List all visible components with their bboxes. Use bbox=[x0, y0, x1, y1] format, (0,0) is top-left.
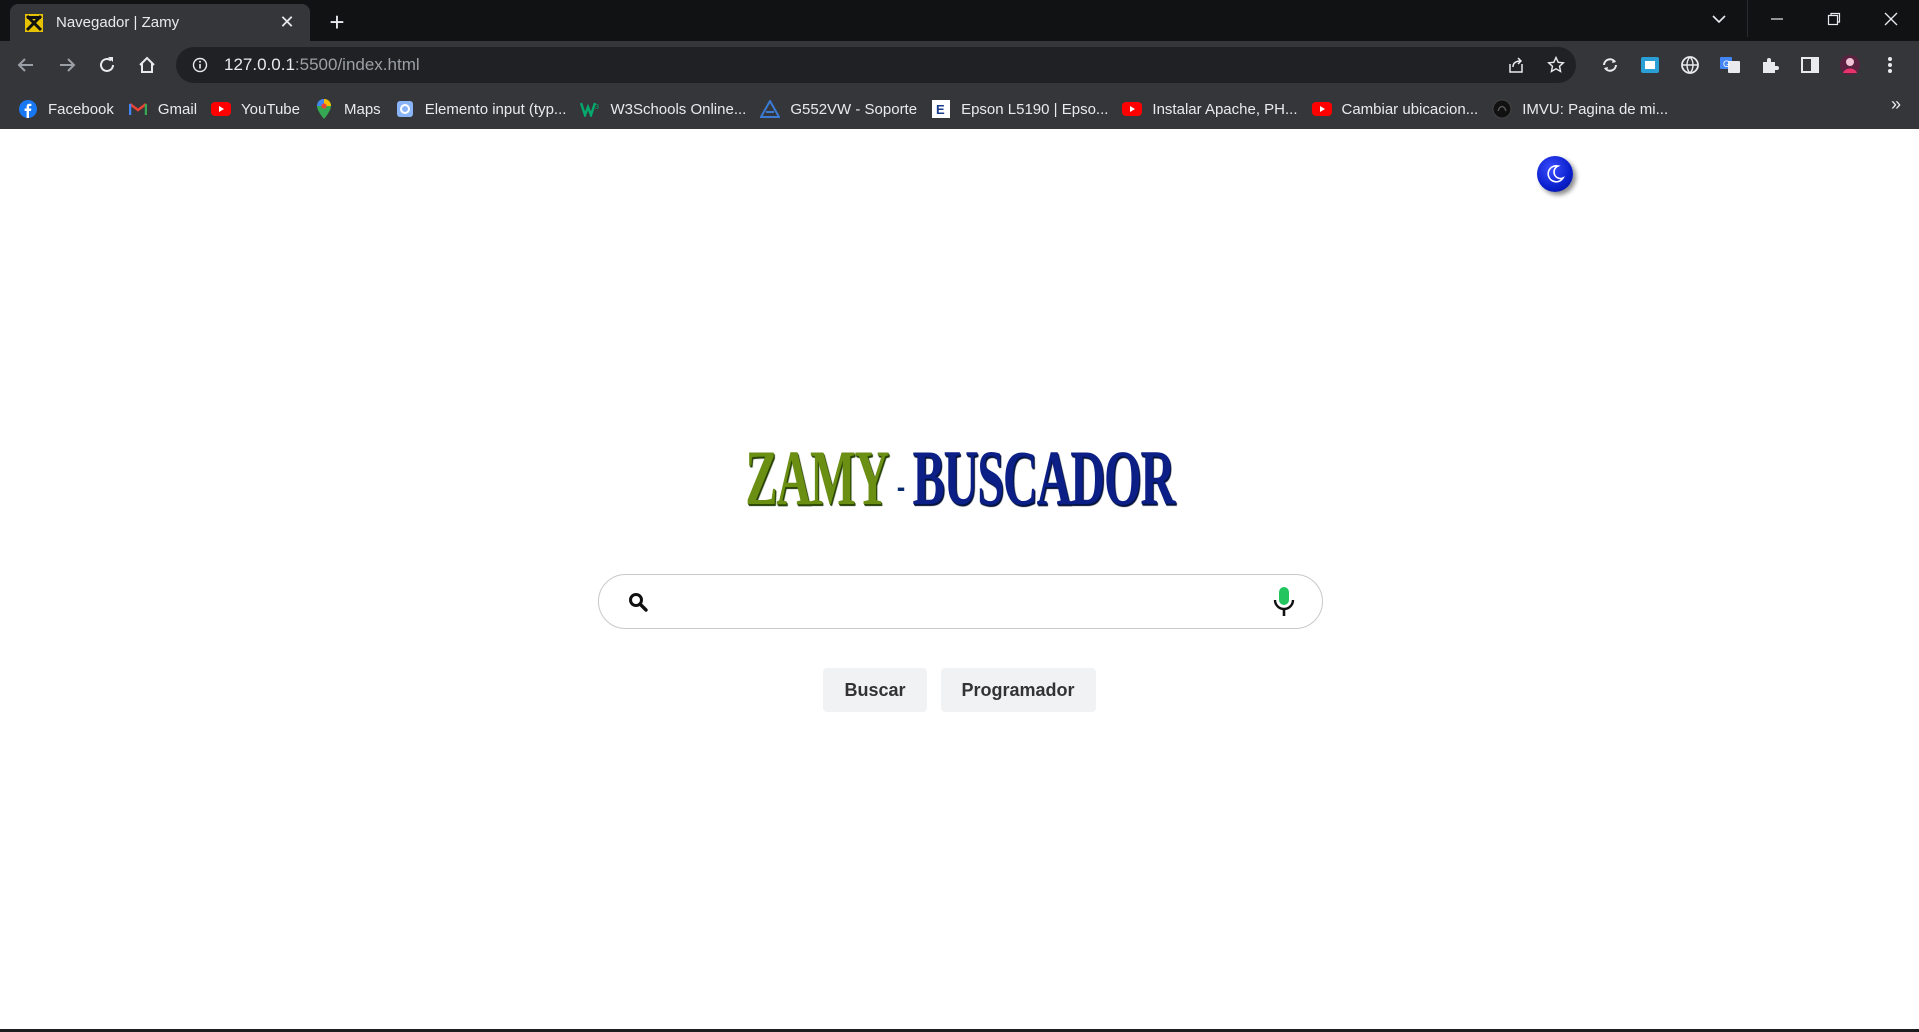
bookmark-label: Epson L5190 | Epso... bbox=[961, 100, 1109, 118]
page-icon bbox=[395, 99, 415, 119]
back-icon[interactable] bbox=[10, 49, 42, 81]
bookmark-label: Cambiar ubicacion... bbox=[1341, 100, 1479, 118]
bookmark-label: W3Schools Online... bbox=[610, 100, 747, 118]
page-content: ZAMY - BUSCADOR Buscar Programador bbox=[0, 129, 1919, 1032]
bookmark-label: G552VW - Soporte bbox=[790, 100, 918, 118]
browser-titlebar: Navegador | Zamy ✕ + bbox=[0, 0, 1919, 41]
bookmark-label: Instalar Apache, PH... bbox=[1152, 100, 1298, 118]
side-panel-icon[interactable] bbox=[1790, 49, 1830, 81]
youtube-icon bbox=[1311, 99, 1332, 119]
close-window-icon[interactable] bbox=[1862, 0, 1919, 37]
restore-icon[interactable] bbox=[1805, 0, 1862, 37]
bookmark-label: Gmail bbox=[157, 100, 198, 118]
tab-title: Navegador | Zamy bbox=[56, 14, 180, 31]
search-input[interactable] bbox=[655, 581, 1264, 622]
bookmark-youtube[interactable]: YouTube bbox=[207, 94, 310, 124]
bookmark-cambiar-ubicacion[interactable]: Cambiar ubicacion... bbox=[1308, 94, 1489, 124]
new-tab-button[interactable]: + bbox=[322, 7, 352, 37]
bookmarks-bar: Facebook Gmail YouTube Maps Elemento inp… bbox=[0, 89, 1919, 129]
search-icon[interactable] bbox=[621, 585, 655, 619]
bookmark-maps[interactable]: Maps bbox=[310, 94, 391, 124]
bookmark-star-icon[interactable] bbox=[1536, 47, 1576, 83]
facebook-icon bbox=[18, 99, 38, 119]
svg-text:G: G bbox=[1723, 59, 1730, 69]
extension-globe-icon[interactable] bbox=[1670, 49, 1710, 81]
translate-icon[interactable]: G bbox=[1710, 49, 1750, 81]
bookmark-label: IMVU: Pagina de mi... bbox=[1522, 100, 1669, 118]
w3schools-icon: 3 bbox=[580, 99, 600, 119]
moon-icon bbox=[1547, 165, 1565, 183]
site-info-icon[interactable] bbox=[190, 55, 210, 75]
bookmark-g552vw[interactable]: G552VW - Soporte bbox=[756, 94, 927, 124]
url-path: :5500/index.html bbox=[294, 55, 420, 74]
bookmark-label: Facebook bbox=[48, 100, 114, 118]
minimize-icon[interactable] bbox=[1748, 0, 1805, 37]
home-icon[interactable] bbox=[131, 49, 163, 81]
window-controls bbox=[1690, 0, 1919, 37]
extension-box-icon[interactable] bbox=[1630, 49, 1670, 81]
search-button[interactable]: Buscar bbox=[823, 668, 927, 712]
asus-icon bbox=[760, 99, 781, 119]
search-box[interactable] bbox=[598, 574, 1323, 629]
youtube-icon bbox=[211, 99, 232, 119]
zamy-favicon-icon bbox=[24, 13, 44, 33]
svg-text:E: E bbox=[936, 102, 945, 117]
logo-zamy-text: ZAMY bbox=[745, 434, 889, 521]
svg-text:3: 3 bbox=[595, 104, 599, 111]
dark-mode-toggle[interactable] bbox=[1537, 156, 1573, 192]
bookmark-gmail[interactable]: Gmail bbox=[124, 94, 207, 124]
sync-icon[interactable] bbox=[1590, 49, 1630, 81]
url-host: 127.0.0.1 bbox=[224, 55, 295, 74]
tab-search-icon[interactable] bbox=[1690, 0, 1747, 37]
forward-icon[interactable] bbox=[51, 49, 83, 81]
reload-icon[interactable] bbox=[91, 49, 123, 81]
site-logo: ZAMY - BUSCADOR bbox=[0, 439, 1919, 517]
youtube-icon bbox=[1122, 99, 1143, 119]
bookmark-instalar-apache[interactable]: Instalar Apache, PH... bbox=[1118, 94, 1307, 124]
share-icon[interactable] bbox=[1496, 47, 1536, 83]
bookmark-label: YouTube bbox=[241, 100, 300, 118]
epson-icon: E bbox=[931, 99, 951, 119]
bookmark-facebook[interactable]: Facebook bbox=[14, 94, 124, 124]
address-bar[interactable]: 127.0.0.1:5500/index.html bbox=[176, 47, 1576, 83]
bookmark-w3schools[interactable]: 3 W3Schools Online... bbox=[576, 94, 756, 124]
programmer-button[interactable]: Programador bbox=[940, 668, 1096, 712]
microphone-icon[interactable] bbox=[1264, 582, 1304, 622]
tab-close-icon[interactable]: ✕ bbox=[276, 12, 298, 34]
imvu-icon bbox=[1492, 99, 1512, 119]
bookmark-label: Maps bbox=[344, 100, 381, 118]
omnibox-actions bbox=[1496, 47, 1576, 83]
browser-tab[interactable]: Navegador | Zamy ✕ bbox=[10, 4, 310, 41]
extensions-puzzle-icon[interactable] bbox=[1750, 49, 1790, 81]
gmail-icon bbox=[128, 99, 148, 119]
bookmark-label: Elemento input (typ... bbox=[424, 100, 567, 118]
extensions-area: G bbox=[1590, 49, 1910, 81]
maps-icon bbox=[314, 99, 334, 119]
bookmarks-overflow-button[interactable]: » bbox=[1891, 94, 1901, 115]
logo-separator: - bbox=[896, 463, 905, 509]
logo-buscador-text: BUSCADOR bbox=[912, 434, 1175, 521]
action-buttons: Buscar Programador bbox=[0, 668, 1919, 712]
bookmark-epson[interactable]: E Epson L5190 | Epso... bbox=[927, 94, 1118, 124]
bookmark-elemento-input[interactable]: Elemento input (typ... bbox=[391, 94, 577, 124]
bookmark-imvu[interactable]: IMVU: Pagina de mi... bbox=[1488, 94, 1678, 124]
profile-avatar-icon[interactable] bbox=[1830, 49, 1870, 81]
browser-menu-icon[interactable] bbox=[1870, 49, 1910, 81]
browser-toolbar: 127.0.0.1:5500/index.html G bbox=[0, 41, 1919, 89]
